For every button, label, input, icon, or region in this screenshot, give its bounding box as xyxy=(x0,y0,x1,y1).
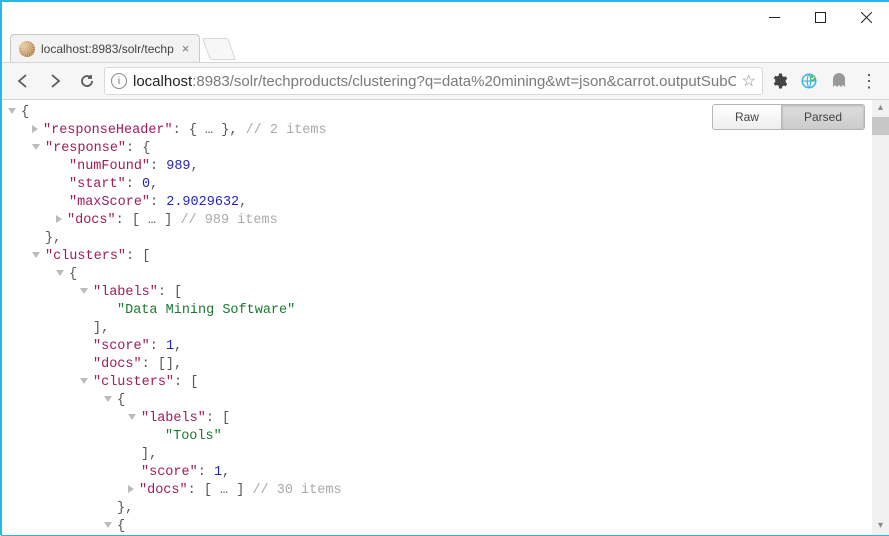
toggle-icon[interactable] xyxy=(56,270,64,276)
toggle-icon[interactable] xyxy=(56,215,62,223)
vertical-scrollbar[interactable]: ▴ ▾ xyxy=(872,100,889,535)
window-close-button[interactable] xyxy=(843,2,889,32)
back-button[interactable] xyxy=(8,66,38,96)
window-minimize-button[interactable] xyxy=(751,2,797,32)
raw-parsed-toggle: Raw Parsed xyxy=(712,104,865,130)
toggle-icon[interactable] xyxy=(80,288,88,294)
json-tree: { "responseHeader": { … }, // 2 items "r… xyxy=(8,104,889,535)
solr-favicon-icon xyxy=(19,41,35,57)
extension-gear-icon[interactable] xyxy=(765,67,793,95)
forward-button[interactable] xyxy=(40,66,70,96)
tab-close-icon[interactable]: × xyxy=(180,41,192,56)
toggle-icon[interactable] xyxy=(32,144,40,150)
toggle-icon[interactable] xyxy=(128,485,134,493)
parsed-button[interactable]: Parsed xyxy=(781,105,864,129)
window-maximize-button[interactable] xyxy=(797,2,843,32)
browser-menu-icon[interactable]: ⋮ xyxy=(855,67,883,95)
url-text: localhost:8983/solr/techproducts/cluster… xyxy=(133,73,736,90)
toggle-icon[interactable] xyxy=(32,125,38,133)
window-titlebar xyxy=(2,2,889,32)
toggle-icon[interactable] xyxy=(8,108,16,114)
scrollbar-thumb[interactable] xyxy=(872,117,889,135)
site-info-icon[interactable]: i xyxy=(111,73,127,89)
browser-tabs-row: localhost:8983/solr/techp × xyxy=(2,32,889,62)
browser-tab[interactable]: localhost:8983/solr/techp × xyxy=(10,34,200,62)
toggle-icon[interactable] xyxy=(104,522,112,528)
new-tab-button[interactable] xyxy=(202,38,236,60)
toggle-icon[interactable] xyxy=(128,414,136,420)
browser-toolbar: i localhost:8983/solr/techproducts/clust… xyxy=(2,62,889,100)
tab-title: localhost:8983/solr/techp xyxy=(41,42,174,56)
extension-globe-icon[interactable] xyxy=(795,67,823,95)
extension-ghostery-icon[interactable] xyxy=(825,67,853,95)
toggle-icon[interactable] xyxy=(104,396,112,402)
toggle-icon[interactable] xyxy=(80,378,88,384)
page-content: Raw Parsed { "responseHeader": { … }, //… xyxy=(2,100,889,535)
bookmark-star-icon[interactable]: ☆ xyxy=(742,71,756,91)
toggle-icon[interactable] xyxy=(32,252,40,258)
address-bar[interactable]: i localhost:8983/solr/techproducts/clust… xyxy=(104,67,763,95)
scroll-up-icon[interactable]: ▴ xyxy=(872,100,889,117)
raw-button[interactable]: Raw xyxy=(713,105,781,129)
scroll-down-icon[interactable]: ▾ xyxy=(872,518,889,535)
reload-button[interactable] xyxy=(72,66,102,96)
